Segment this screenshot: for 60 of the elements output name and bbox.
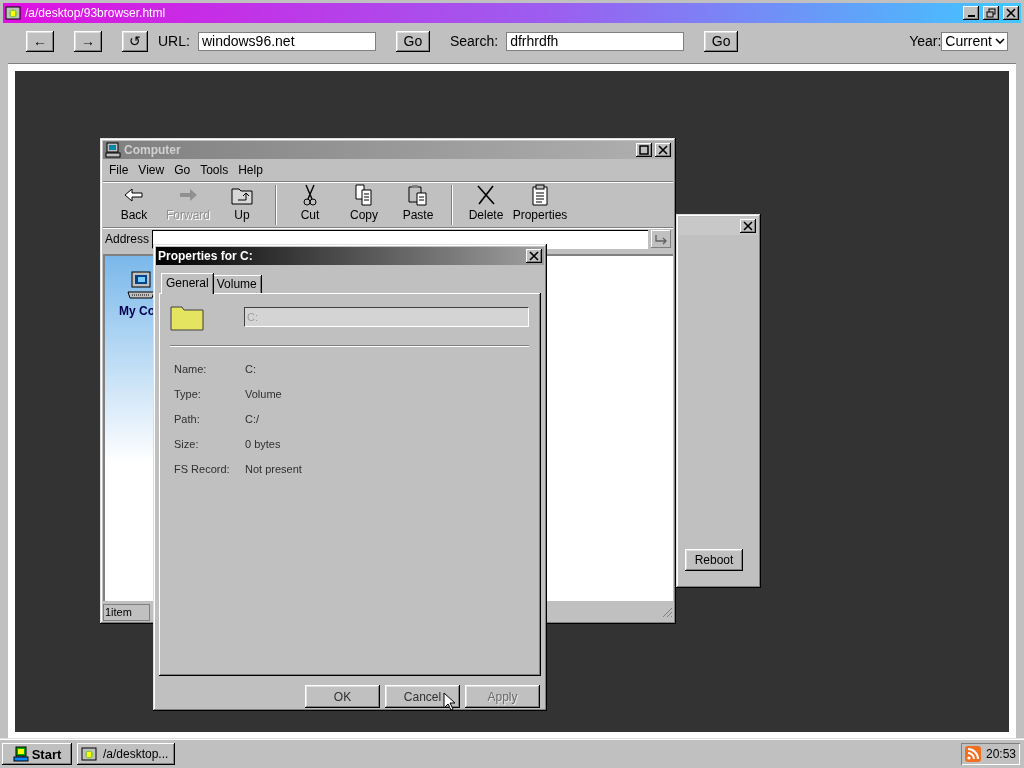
window-title: Computer (124, 143, 181, 157)
property-value: 0 bytes (245, 437, 281, 450)
folder-icon (170, 303, 204, 331)
minimize-icon (967, 15, 975, 17)
property-label: FS Record: (174, 462, 231, 475)
property-label: Type: (174, 387, 202, 400)
go-button[interactable] (651, 230, 671, 248)
back-button[interactable]: ← (26, 30, 54, 52)
property-value: Not present (245, 462, 302, 475)
tab[interactable]: General (161, 273, 214, 294)
year-dropdown[interactable]: Current (941, 31, 1008, 51)
taskbar-button[interactable]: /a/desktop... (77, 743, 175, 765)
reload-button[interactable]: ↺ (122, 30, 148, 52)
close-button[interactable] (1003, 6, 1019, 20)
property-label: Size: (174, 437, 200, 450)
restore-button[interactable] (983, 6, 999, 20)
status-text: 1item (103, 603, 150, 621)
search-label: Search: (449, 33, 499, 49)
property-value: C: (245, 362, 256, 375)
property-value: C:/ (245, 412, 260, 425)
menu-item[interactable]: View (138, 163, 165, 177)
url-label: URL: (158, 33, 190, 49)
clock: 20:53 (985, 747, 1016, 761)
computer-icon (105, 142, 121, 158)
property-label: Path: (174, 412, 201, 425)
forward-button[interactable]: → (74, 30, 102, 52)
menu-item[interactable]: File (109, 163, 129, 177)
dialog-title: Properties for C: (158, 249, 253, 263)
address-label: Address (105, 232, 150, 246)
start-logo-icon (12, 746, 29, 762)
year-label: Year: (909, 33, 942, 49)
clipboard-icon (406, 183, 430, 206)
caret-icon (995, 38, 1005, 44)
search-field[interactable]: dfrhrdfh (506, 31, 685, 51)
maximize-button[interactable] (636, 143, 652, 157)
page-icon (81, 746, 97, 762)
url-field[interactable]: windows96.net (197, 31, 376, 51)
menu-item[interactable]: Go (174, 163, 191, 177)
enter-arrow-icon (654, 233, 668, 245)
reboot-button[interactable]: Reboot (685, 549, 743, 571)
resize-grip-icon[interactable] (661, 606, 673, 618)
close-button[interactable] (655, 143, 671, 157)
go-button[interactable]: Go (704, 30, 739, 52)
close-button[interactable] (740, 219, 756, 233)
mouse-cursor-icon (443, 692, 455, 711)
property-value: Volume (245, 387, 282, 400)
page-icon (5, 5, 21, 21)
window-title: /a/desktop/93browser.html (25, 6, 166, 20)
delete-x-icon (474, 183, 498, 206)
tab[interactable]: Volume (211, 275, 262, 293)
minimize-button[interactable] (963, 6, 979, 20)
close-button[interactable] (526, 249, 542, 263)
dialog-button[interactable]: Cancel (385, 685, 460, 708)
dialog-button[interactable]: OK (305, 685, 380, 708)
go-button[interactable]: Go (395, 30, 430, 52)
rss-icon[interactable] (964, 746, 981, 762)
property-label: Name: (174, 362, 208, 375)
menu-item[interactable]: Help (238, 163, 263, 177)
menu-item[interactable]: Tools (200, 163, 229, 177)
start-button[interactable]: Start (2, 743, 72, 765)
